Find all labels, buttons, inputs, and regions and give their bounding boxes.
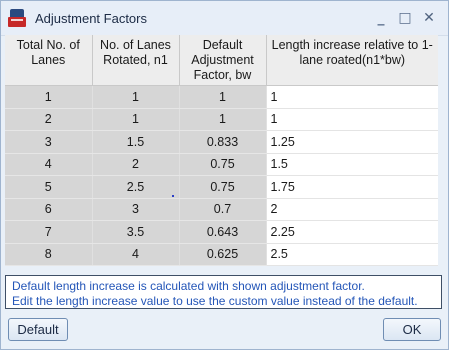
cell-length-increase-input[interactable]: 1.75 <box>266 175 438 199</box>
table-row: 2 1 1 1 <box>5 108 438 131</box>
cell-default-factor: 0.643 <box>179 220 267 244</box>
cell-total-lanes: 7 <box>5 220 93 244</box>
cell-default-factor: 0.833 <box>179 130 267 154</box>
adjustment-table: Total No. of Lanes No. of Lanes Rotated,… <box>5 35 438 266</box>
window-title: Adjustment Factors <box>35 10 147 26</box>
maximize-button[interactable]: □ <box>394 7 416 29</box>
cell-total-lanes: 2 <box>5 108 93 131</box>
close-button[interactable]: ✕ <box>418 7 440 29</box>
adjustment-grid: Total No. of Lanes No. of Lanes Rotated,… <box>5 35 438 266</box>
table-row: 3 1.5 0.833 1.25 <box>5 130 438 154</box>
cell-length-increase-input[interactable]: 1 <box>266 85 438 109</box>
info-line: Edit the length increase value to use th… <box>12 294 418 308</box>
cell-length-increase-input[interactable]: 2.5 <box>266 243 438 266</box>
cell-default-factor: 0.75 <box>179 153 267 176</box>
header-total-lanes: Total No. of Lanes <box>5 35 93 86</box>
cell-lanes-rotated: 4 <box>92 243 180 266</box>
cell-default-factor: 0.75 <box>179 175 267 199</box>
info-message-box: Default length increase is calculated wi… <box>5 275 442 309</box>
header-row: Total No. of Lanes No. of Lanes Rotated,… <box>5 35 438 86</box>
table-row: 6 3 0.7 2 <box>5 198 438 221</box>
title-bar: Adjustment Factors _ □ ✕ <box>1 1 448 36</box>
cell-length-increase-input[interactable]: 2.25 <box>266 220 438 244</box>
table-row: 7 3.5 0.643 2.25 <box>5 220 438 244</box>
cell-total-lanes: 5 <box>5 175 93 199</box>
cell-total-lanes: 1 <box>5 85 93 109</box>
cell-default-factor: 0.7 <box>179 198 267 221</box>
table-row: 4 2 0.75 1.5 <box>5 153 438 176</box>
table-row: 8 4 0.625 2.5 <box>5 243 438 266</box>
cell-lanes-rotated: 2.5 <box>92 175 180 199</box>
cell-length-increase-input[interactable]: 1.25 <box>266 130 438 154</box>
header-length-increase: Length increase relative to 1-lane roate… <box>266 35 438 86</box>
cell-total-lanes: 4 <box>5 153 93 176</box>
table-row: 1 1 1 1 <box>5 85 438 109</box>
cell-default-factor: 0.625 <box>179 243 267 266</box>
cell-lanes-rotated: 1 <box>92 108 180 131</box>
cell-lanes-rotated: 2 <box>92 153 180 176</box>
cell-total-lanes: 8 <box>5 243 93 266</box>
cell-length-increase-input[interactable]: 1.5 <box>266 153 438 176</box>
stray-pixel <box>172 195 174 197</box>
header-default-factor: Default Adjustment Factor, bw <box>179 35 267 86</box>
minimize-button[interactable]: _ <box>370 7 392 29</box>
adjustment-factors-dialog: Adjustment Factors _ □ ✕ Total No. of La… <box>0 0 449 350</box>
cell-default-factor: 1 <box>179 108 267 131</box>
header-lanes-rotated: No. of Lanes Rotated, n1 <box>92 35 180 86</box>
cell-total-lanes: 6 <box>5 198 93 221</box>
cell-lanes-rotated: 1 <box>92 85 180 109</box>
info-line: Default length increase is calculated wi… <box>12 279 365 293</box>
ok-button[interactable]: OK <box>383 318 441 341</box>
table-row: 5 2.5 0.75 1.75 <box>5 175 438 199</box>
cell-lanes-rotated: 3.5 <box>92 220 180 244</box>
cell-length-increase-input[interactable]: 1 <box>266 108 438 131</box>
default-button[interactable]: Default <box>8 318 68 341</box>
cell-length-increase-input[interactable]: 2 <box>266 198 438 221</box>
cell-lanes-rotated: 3 <box>92 198 180 221</box>
cell-default-factor: 1 <box>179 85 267 109</box>
app-logo-icon <box>8 9 26 27</box>
cell-total-lanes: 3 <box>5 130 93 154</box>
cell-lanes-rotated: 1.5 <box>92 130 180 154</box>
